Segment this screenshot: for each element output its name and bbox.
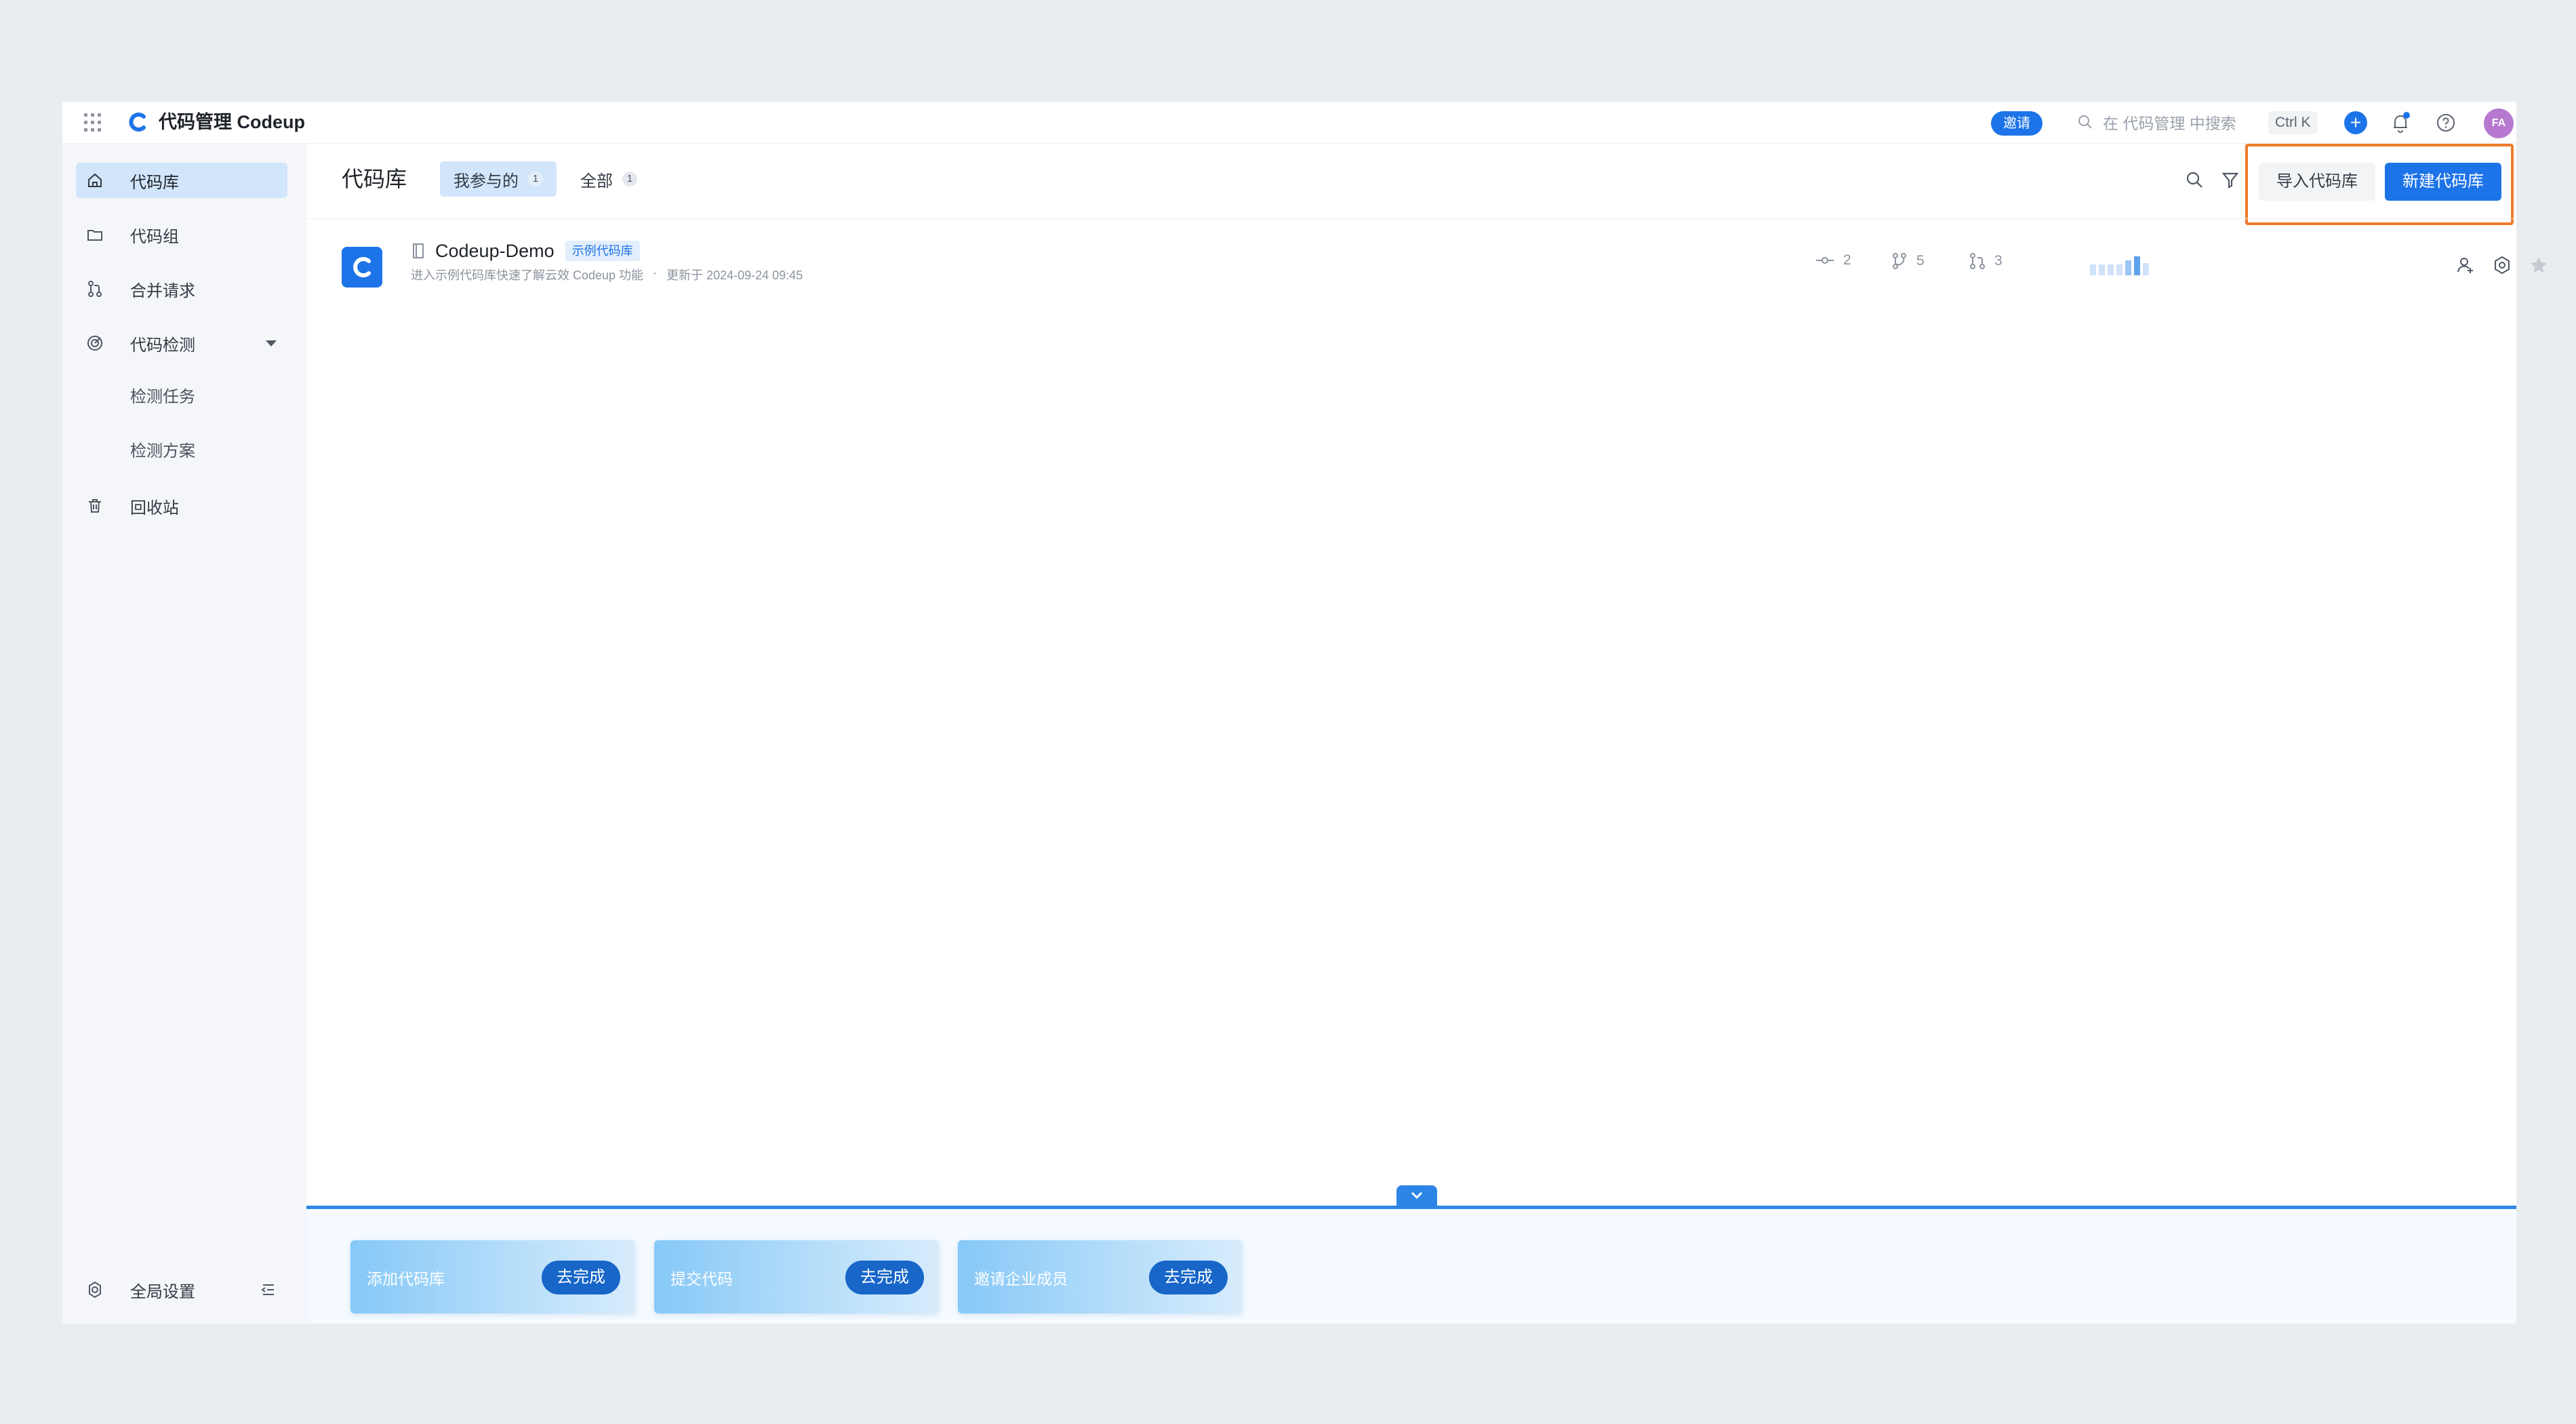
search-placeholder: 在 代码管理 中搜索 (2103, 115, 2236, 132)
task-complete-button[interactable]: 去完成 (845, 1261, 924, 1294)
header-divider (306, 218, 2516, 219)
notification-bell-icon[interactable] (2390, 111, 2411, 134)
merge-request-icon (88, 281, 102, 297)
sidebar-item-label: 代码检测 (130, 336, 195, 355)
sidebar-item-recycle-bin[interactable]: 回收站 (76, 488, 287, 523)
sidebar-item-label: 回收站 (130, 498, 179, 517)
invite-button[interactable]: 邀请 (1991, 111, 2042, 136)
task-complete-button[interactable]: 去完成 (542, 1261, 620, 1294)
collapse-onboarding-button[interactable] (1396, 1185, 1437, 1207)
tab-count-badge: 1 (622, 172, 637, 186)
top-bar: 代码管理 Codeup 邀请 在 代码管理 中搜索 Ctrl K + FA (62, 102, 2516, 144)
activity-sparkline (2090, 256, 2149, 275)
global-search[interactable]: 在 代码管理 中搜索 (2077, 108, 2236, 136)
repo-book-icon (413, 243, 424, 258)
branch-icon (1893, 253, 1906, 269)
app-grid-icon[interactable] (84, 113, 103, 132)
filter-icon[interactable] (2220, 170, 2240, 190)
repo-updated-time: 更新于 2024-09-24 09:45 (666, 269, 803, 282)
tab-count-badge: 1 (528, 172, 543, 186)
search-icon[interactable] (2184, 170, 2205, 190)
scan-icon (87, 336, 102, 351)
commit-count[interactable]: 2 (1815, 252, 1851, 269)
commit-count-value: 2 (1843, 252, 1851, 268)
repo-desc-text: 进入示例代码库快速了解云效 Codeup 功能 (411, 269, 644, 282)
sidebar-item-label: 合并请求 (130, 281, 195, 300)
task-card-invite-members: 邀请企业成员 去完成 (958, 1240, 1243, 1313)
codeup-logo-icon (129, 113, 146, 132)
chevron-down-icon (1411, 1191, 1423, 1200)
task-complete-button[interactable]: 去完成 (1149, 1261, 1228, 1294)
tab-participated[interactable]: 我参与的 1 (440, 161, 557, 197)
app-title[interactable]: 代码管理 Codeup (159, 110, 305, 134)
merge-request-count-value: 3 (1994, 253, 2003, 269)
new-repo-button[interactable]: 新建代码库 (2385, 163, 2501, 201)
repo-row[interactable]: Codeup-Demo 示例代码库 进入示例代码库快速了解云效 Codeup 功… (306, 229, 2547, 297)
collapse-sidebar-icon[interactable] (259, 1280, 278, 1299)
sidebar-item-groups[interactable]: 代码组 (76, 217, 287, 252)
task-label: 添加代码库 (367, 1270, 445, 1288)
home-icon (88, 173, 102, 187)
sidebar-item-merge-requests[interactable]: 合并请求 (76, 271, 287, 306)
tab-all[interactable]: 全部 1 (567, 161, 651, 197)
tab-label: 我参与的 (454, 172, 519, 191)
create-plus-button[interactable]: + (2344, 111, 2367, 134)
sidebar-subitem-scan-plans[interactable]: 检测方案 (130, 434, 195, 469)
global-settings-label: 全局设置 (130, 1282, 195, 1301)
task-card-add-repo: 添加代码库 去完成 (350, 1240, 635, 1313)
trash-icon (89, 499, 101, 513)
repo-title: Codeup-Demo 示例代码库 (411, 237, 640, 264)
task-card-commit-code: 提交代码 去完成 (654, 1240, 939, 1313)
sidebar-item-label: 代码组 (130, 227, 179, 246)
sidebar-item-code-scan[interactable]: 代码检测 (76, 325, 287, 361)
global-settings-item[interactable]: 全局设置 (76, 1272, 287, 1307)
help-icon[interactable] (2435, 112, 2457, 134)
search-shortcut-badge: Ctrl K (2268, 111, 2318, 134)
branch-count-value: 5 (1916, 253, 1925, 269)
repo-desc-separator: · (653, 266, 658, 279)
task-label: 邀请企业成员 (974, 1270, 1068, 1288)
branch-count[interactable]: 5 (1891, 252, 1925, 270)
sidebar: 代码库 代码组 合并请求 代码检测 检测任务 检测方案 回收站 全局设置 (62, 144, 306, 1324)
folder-icon (87, 230, 102, 241)
sidebar-item-label: 代码库 (130, 173, 179, 192)
onboarding-panel: 添加代码库 去完成 提交代码 去完成 邀请企业成员 去完成 (306, 1206, 2516, 1324)
search-icon (2078, 115, 2092, 129)
demo-repo-badge: 示例代码库 (565, 241, 640, 261)
merge-request-icon (1970, 253, 1985, 269)
sidebar-subitem-scan-tasks[interactable]: 检测任务 (130, 380, 195, 415)
gear-icon (89, 1281, 101, 1299)
merge-request-count[interactable]: 3 (1969, 252, 2003, 270)
page-title: 代码库 (342, 167, 407, 191)
task-label: 提交代码 (670, 1270, 733, 1288)
app-window: 代码管理 Codeup 邀请 在 代码管理 中搜索 Ctrl K + FA 代码… (62, 102, 2547, 1324)
repo-description: 进入示例代码库快速了解云效 Codeup 功能 · 更新于 2024-09-24… (411, 266, 803, 283)
add-member-icon[interactable] (2455, 255, 2476, 275)
import-repo-button[interactable]: 导入代码库 (2259, 163, 2375, 201)
chevron-down-icon[interactable] (266, 340, 277, 347)
commit-icon (1816, 257, 1834, 264)
user-avatar[interactable]: FA (2484, 108, 2514, 138)
star-icon[interactable] (2529, 255, 2549, 275)
repo-name-link[interactable]: Codeup-Demo (435, 241, 555, 262)
sidebar-item-repos[interactable]: 代码库 (76, 163, 287, 198)
tab-label: 全部 (580, 172, 613, 191)
repo-logo-icon (342, 247, 382, 288)
settings-icon[interactable] (2492, 255, 2512, 275)
main-content: 代码库 我参与的 1 全部 1 导入代码库 新建代码库 Codeup-Demo … (306, 144, 2547, 1324)
